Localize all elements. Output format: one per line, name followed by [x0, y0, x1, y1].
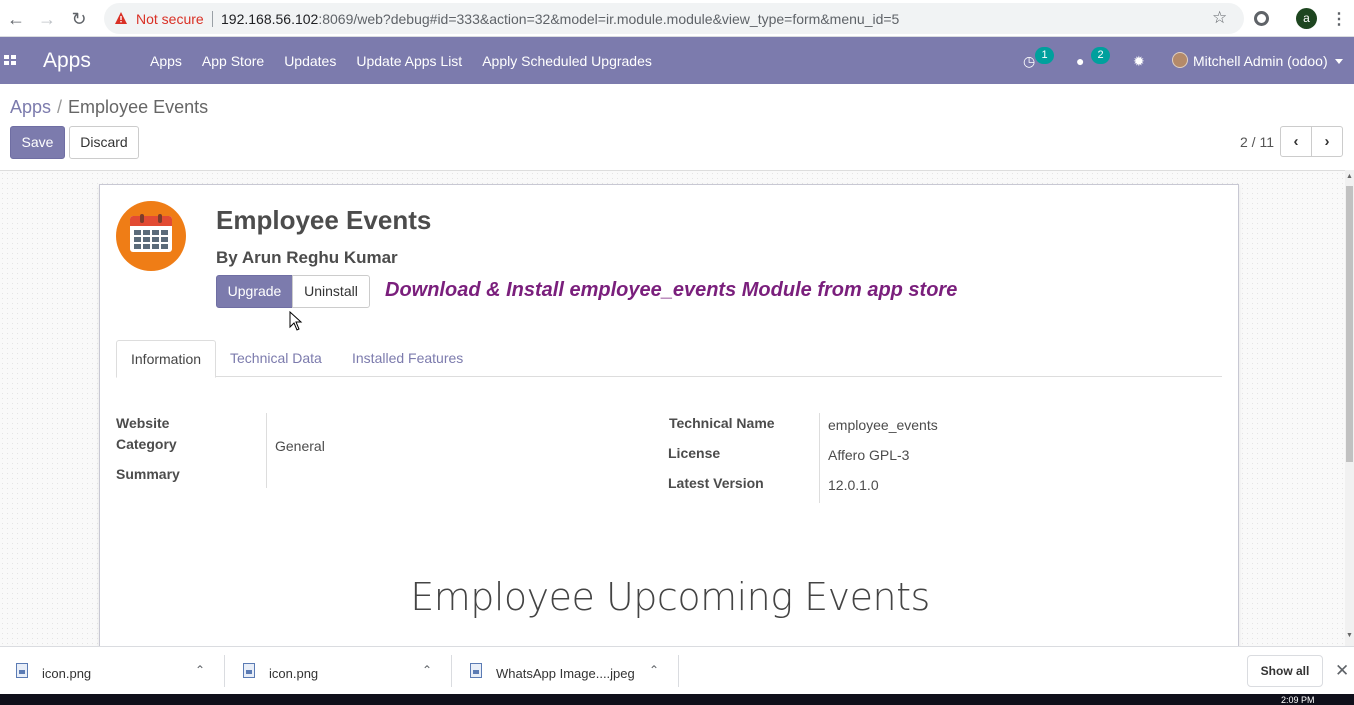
category-value: General	[275, 438, 325, 454]
messages-count-badge: 2	[1091, 47, 1110, 64]
page-scrollbar[interactable]: ▲ ▼	[1345, 170, 1354, 646]
module-name: Employee Events	[216, 205, 432, 235]
breadcrumb: Apps / Employee Events	[10, 97, 208, 118]
download-filename: WhatsApp Image....jpeg	[496, 666, 635, 681]
pager-next-button[interactable]: ›	[1311, 126, 1343, 157]
menu-apps[interactable]: Apps	[150, 53, 182, 69]
module-tabs: Information Technical Data Installed Fea…	[116, 340, 1222, 378]
download-item[interactable]: icon.png ⌃	[16, 647, 216, 695]
calendar-module-icon	[116, 201, 186, 271]
tab-technical-data[interactable]: Technical Data	[216, 340, 336, 377]
discard-button[interactable]: Discard	[69, 126, 139, 159]
save-button[interactable]: Save	[10, 126, 65, 159]
close-icon[interactable]: ✕	[1335, 661, 1349, 681]
url-path: :8069/web?debug#id=333&action=32&model=i…	[318, 11, 900, 27]
download-divider	[678, 655, 679, 687]
reload-icon[interactable]: ↻	[68, 8, 90, 30]
breadcrumb-separator: /	[57, 97, 63, 117]
top-menu: Apps App Store Updates Update Apps List …	[150, 53, 672, 69]
image-file-icon	[16, 663, 28, 678]
instruction-annotation: Download & Install employee_events Modul…	[385, 279, 958, 301]
pager-previous-button[interactable]: ‹	[1280, 126, 1312, 157]
technical-name-label: Technical Name	[669, 415, 775, 431]
address-bar[interactable]: Not secure 192.168.56.102:8069/web?debug…	[104, 3, 1244, 34]
bookmark-star-icon[interactable]: ☆	[1212, 8, 1227, 28]
download-filename: icon.png	[42, 666, 92, 681]
tab-information[interactable]: Information	[116, 340, 217, 378]
show-all-downloads-button[interactable]: Show all	[1247, 655, 1323, 687]
pager-value[interactable]: 2 / 11	[1240, 134, 1274, 150]
forward-icon[interactable]: →	[36, 8, 58, 30]
module-author: By Arun Reghu Kumar	[216, 248, 398, 267]
chevron-up-icon[interactable]: ⌃	[195, 663, 205, 677]
warning-icon	[115, 12, 127, 24]
activity-clock-icon[interactable]: ◷	[1023, 53, 1035, 70]
tab-installed-features[interactable]: Installed Features	[338, 340, 477, 377]
breadcrumb-apps-link[interactable]: Apps	[10, 97, 51, 117]
mouse-cursor-icon	[289, 311, 303, 331]
summary-label: Summary	[116, 466, 180, 482]
image-file-icon	[470, 663, 482, 678]
app-title: Apps	[43, 49, 91, 72]
download-item[interactable]: icon.png ⌃	[243, 647, 443, 695]
menu-updates[interactable]: Updates	[284, 53, 336, 69]
download-divider	[224, 655, 225, 687]
user-caret-icon[interactable]	[1335, 59, 1343, 64]
breadcrumb-current: Employee Events	[68, 97, 209, 117]
uninstall-button[interactable]: Uninstall	[292, 275, 370, 308]
form-sheet: Employee Events By Arun Reghu Kumar Upgr…	[99, 184, 1239, 646]
category-label: Category	[116, 436, 177, 452]
download-item[interactable]: WhatsApp Image....jpeg ⌃	[470, 647, 670, 695]
taskbar-clock: 2:09 PM	[1281, 695, 1315, 705]
omnibox-divider	[212, 11, 213, 27]
chevron-up-icon[interactable]: ⌃	[649, 663, 659, 677]
latest-version-value: 12.0.1.0	[828, 477, 879, 493]
odoo-main-navbar: Apps Apps App Store Updates Update Apps …	[0, 37, 1354, 84]
menu-update-apps-list[interactable]: Update Apps List	[356, 53, 462, 69]
field-divider-left	[266, 413, 267, 488]
form-view-background: Employee Events By Arun Reghu Kumar Upgr…	[0, 170, 1345, 646]
menu-apply-scheduled-upgrades[interactable]: Apply Scheduled Upgrades	[482, 53, 652, 69]
browser-toolbar: ← → ↻ Not secure 192.168.56.102:8069/web…	[0, 0, 1354, 37]
back-icon[interactable]: ←	[5, 8, 27, 30]
user-avatar[interactable]	[1172, 52, 1188, 68]
app-switcher-icon[interactable]	[4, 55, 17, 66]
description-title: Employee Upcoming Events	[410, 575, 930, 619]
debug-bug-icon[interactable]: ✹	[1133, 53, 1145, 70]
profile-avatar[interactable]: a	[1296, 8, 1317, 29]
download-divider	[451, 655, 452, 687]
latest-version-label: Latest Version	[668, 475, 764, 491]
not-secure-label: Not secure	[136, 11, 204, 27]
chevron-up-icon[interactable]: ⌃	[422, 663, 432, 677]
field-divider-right	[819, 413, 820, 503]
url-text[interactable]: 192.168.56.102:8069/web?debug#id=333&act…	[221, 11, 899, 27]
messages-chat-icon[interactable]: ●	[1076, 53, 1084, 69]
menu-app-store[interactable]: App Store	[202, 53, 264, 69]
upgrade-button[interactable]: Upgrade	[216, 275, 293, 308]
license-value: Affero GPL-3	[828, 447, 910, 463]
image-file-icon	[243, 663, 255, 678]
downloads-bar: icon.png ⌃ icon.png ⌃ WhatsApp Image....…	[0, 646, 1354, 694]
os-taskbar: 2:09 PM	[0, 694, 1354, 705]
user-menu[interactable]: Mitchell Admin (odoo)	[1193, 53, 1328, 69]
download-filename: icon.png	[269, 666, 319, 681]
scroll-down-icon[interactable]: ▼	[1346, 632, 1353, 639]
scroll-thumb[interactable]	[1346, 186, 1353, 462]
license-label: License	[668, 445, 721, 461]
website-label: Website	[116, 415, 170, 431]
browser-menu-icon[interactable]: ⋮	[1331, 9, 1347, 29]
activity-count-badge: 1	[1035, 47, 1054, 64]
technical-name-value: employee_events	[828, 417, 938, 433]
extension-icon[interactable]	[1254, 11, 1269, 26]
scroll-up-icon[interactable]: ▲	[1346, 173, 1353, 180]
url-host: 192.168.56.102	[221, 11, 319, 27]
